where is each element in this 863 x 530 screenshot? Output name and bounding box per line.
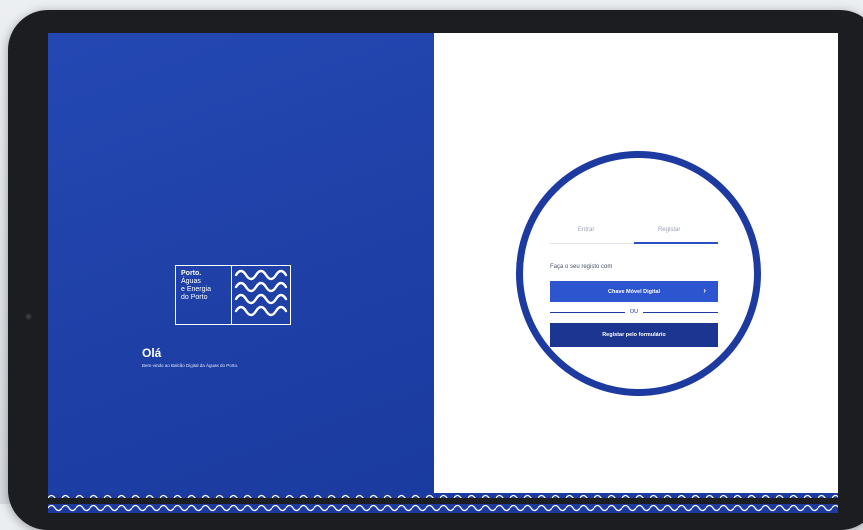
or-divider: OU	[550, 307, 718, 317]
divider-line	[643, 311, 718, 313]
logo-line: do Porto	[181, 294, 208, 301]
or-label: OU	[629, 309, 639, 315]
chave-movel-digital-label: Chave Móvel Digital	[608, 288, 660, 295]
divider-line	[550, 311, 625, 313]
camera-icon	[25, 313, 32, 320]
register-panel: Entrar Registar Faça o seu registo com C…	[434, 33, 838, 513]
logo-line: Águas	[181, 278, 201, 285]
logo-line: e Energia	[181, 286, 211, 293]
tab-registar[interactable]: Registar	[658, 227, 680, 233]
app-screen: Porto. Águas e Energia do Porto Olá Bem-…	[48, 33, 838, 513]
chave-movel-digital-button[interactable]: Chave Móvel Digital ›	[550, 281, 718, 302]
porto-wave-logo-icon	[231, 266, 290, 324]
porto-logo: Porto. Águas e Energia do Porto	[175, 265, 291, 325]
auth-tabs: Entrar Registar	[550, 223, 718, 244]
logo-brand: Porto.	[181, 270, 202, 277]
welcome-panel: Porto. Águas e Energia do Porto Olá Bem-…	[48, 33, 434, 513]
register-prompt: Faça o seu registo com	[550, 264, 613, 270]
highlight-circle	[516, 151, 761, 396]
welcome-text: Bem-vindo ao Balcão Digital da Águas do …	[142, 363, 239, 368]
chevron-right-icon: ›	[703, 286, 706, 295]
register-form-button[interactable]: Registar pelo formulário	[550, 323, 718, 347]
tab-entrar[interactable]: Entrar	[578, 227, 594, 233]
greeting-heading: Olá	[142, 346, 162, 360]
tablet-bezel	[30, 498, 850, 504]
register-form-label: Registar pelo formulário	[602, 332, 666, 338]
active-tab-indicator	[634, 242, 718, 244]
logo-text: Porto. Águas e Energia do Porto	[176, 266, 231, 324]
